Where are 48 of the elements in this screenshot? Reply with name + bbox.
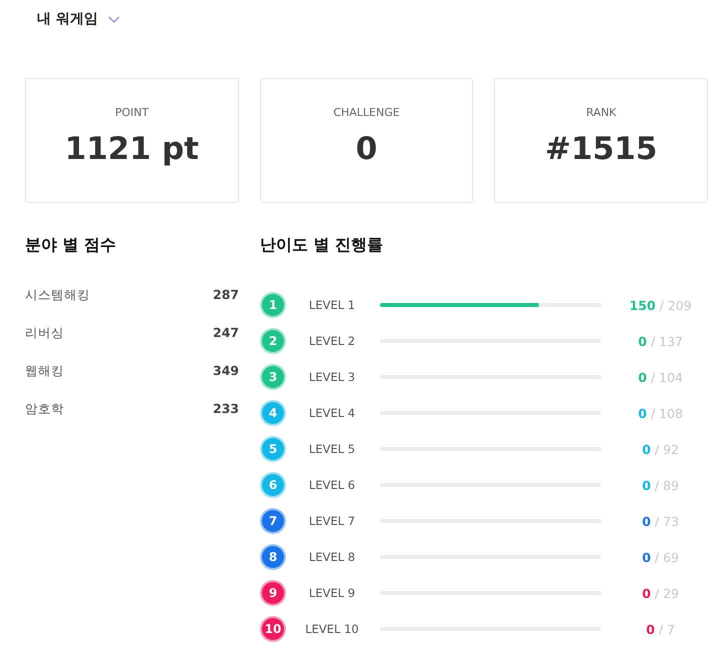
level-badge: 3	[262, 366, 284, 388]
solved-count: 0	[642, 478, 651, 492]
level-label: LEVEL 5	[308, 442, 356, 456]
section-title: 분야 별 점수	[25, 235, 118, 256]
level-badge: 4	[262, 402, 284, 424]
stat-label: RANK	[586, 106, 616, 119]
category-score: 349	[212, 363, 239, 379]
solved-count: 0	[642, 442, 651, 456]
level-label: LEVEL 2	[308, 334, 356, 348]
solved-count: 0	[646, 622, 655, 636]
stat-label: CHALLENGE	[333, 106, 400, 119]
category-name: 시스템해킹	[25, 287, 90, 303]
level-label: LEVEL 1	[308, 298, 356, 312]
category-score: 233	[212, 401, 239, 417]
level-badge: 8	[262, 546, 284, 568]
chevron-down-icon	[108, 16, 120, 22]
stat-value: 1121 pt	[64, 131, 199, 167]
section-title: 난이도 별 진행률	[260, 235, 384, 256]
solved-count: 0	[642, 514, 651, 528]
level-label: LEVEL 8	[308, 550, 356, 564]
solved-count: 0	[638, 406, 647, 420]
level-label: LEVEL 6	[308, 478, 356, 492]
level-label: LEVEL 10	[304, 622, 360, 636]
level-badge: 2	[262, 330, 284, 352]
solved-count: 0	[638, 370, 647, 384]
level-label: LEVEL 3	[308, 370, 356, 384]
level-label: LEVEL 9	[308, 586, 356, 600]
stat-value: 0	[356, 131, 378, 167]
stat-label: POINT	[115, 106, 149, 119]
category-score: 287	[212, 287, 239, 303]
level-badge: 5	[262, 438, 284, 460]
solved-count: 0	[642, 586, 651, 600]
category-name: 웹해킹	[25, 363, 64, 379]
level-badge: 7	[262, 510, 284, 532]
category-score: 247	[212, 325, 239, 341]
level-badge: 9	[262, 582, 284, 604]
solved-count: 150	[629, 298, 656, 312]
level-badge: 1	[262, 294, 284, 316]
solved-count: 0	[638, 334, 647, 348]
stat-value: #1515	[545, 131, 658, 167]
game-dropdown[interactable]: 내 워게임	[37, 10, 120, 28]
category-name: 리버싱	[25, 325, 64, 341]
level-badge: 6	[262, 474, 284, 496]
solved-count: 0	[642, 550, 651, 564]
category-name: 암호학	[25, 401, 64, 417]
level-badge: 10	[262, 618, 284, 640]
level-label: LEVEL 7	[308, 514, 356, 528]
level-label: LEVEL 4	[308, 406, 356, 420]
